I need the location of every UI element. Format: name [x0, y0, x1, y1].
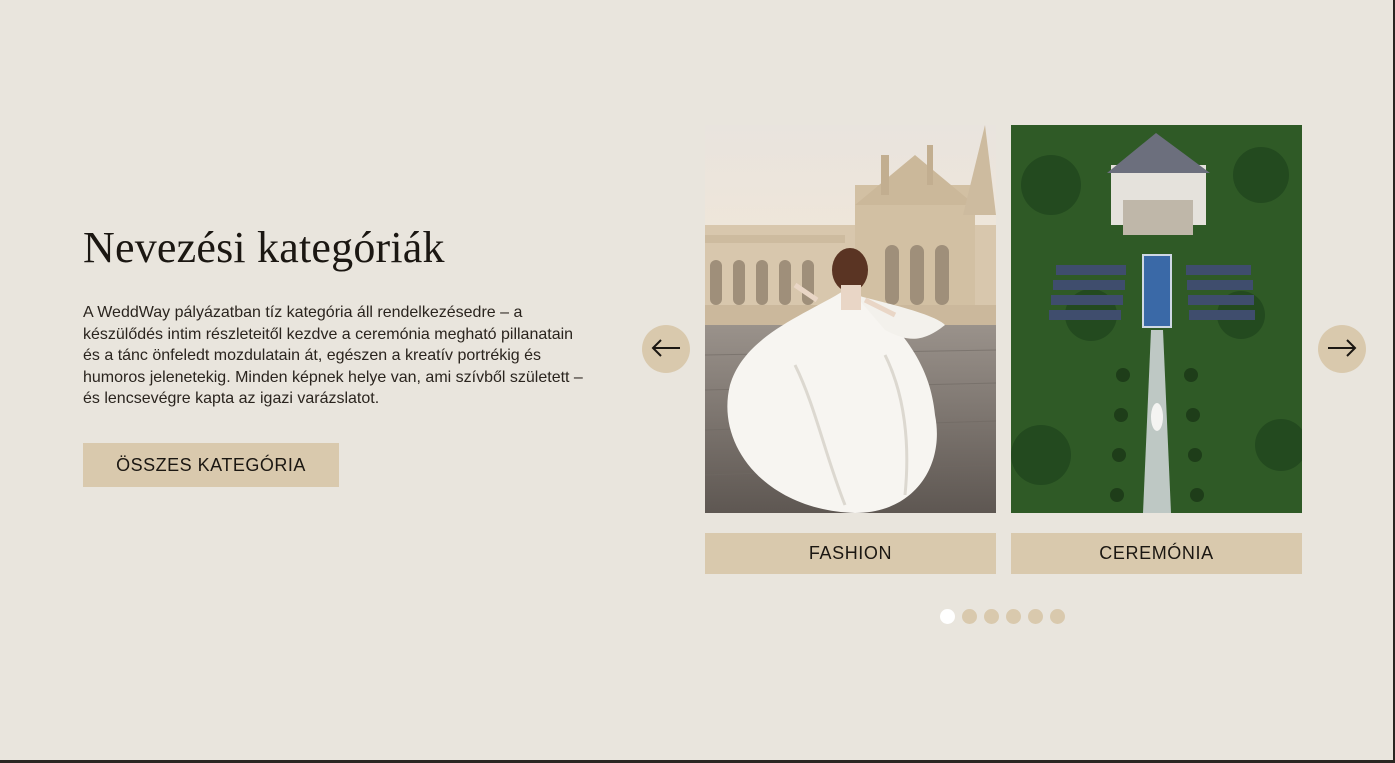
carousel-dot-5[interactable]: [1028, 609, 1043, 624]
slide-label-fashion[interactable]: FASHION: [705, 533, 996, 574]
carousel-prev-button[interactable]: [642, 325, 690, 373]
all-categories-button[interactable]: ÖSSZES KATEGÓRIA: [83, 443, 339, 487]
carousel-dot-2[interactable]: [962, 609, 977, 624]
arrow-left-icon: [651, 338, 681, 360]
arrow-right-icon: [1327, 338, 1357, 360]
carousel-next-button[interactable]: [1318, 325, 1366, 373]
carousel-pagination: [940, 609, 1065, 624]
slide-label-ceremonia[interactable]: CEREMÓNIA: [1011, 533, 1302, 574]
slide-image-ceremonia[interactable]: [1011, 125, 1302, 513]
carousel-dot-1[interactable]: [940, 609, 955, 624]
carousel-dot-4[interactable]: [1006, 609, 1021, 624]
aerial-wedding-ceremony-image: [1011, 125, 1302, 513]
section-intro: A WeddWay pályázatban tíz kategória áll …: [83, 304, 583, 407]
section-title: Nevezési kategóriák: [83, 223, 445, 272]
carousel-dot-3[interactable]: [984, 609, 999, 624]
slide-image-fashion[interactable]: [705, 125, 996, 513]
carousel-dot-6[interactable]: [1050, 609, 1065, 624]
bride-in-white-gown-image: [705, 125, 996, 513]
